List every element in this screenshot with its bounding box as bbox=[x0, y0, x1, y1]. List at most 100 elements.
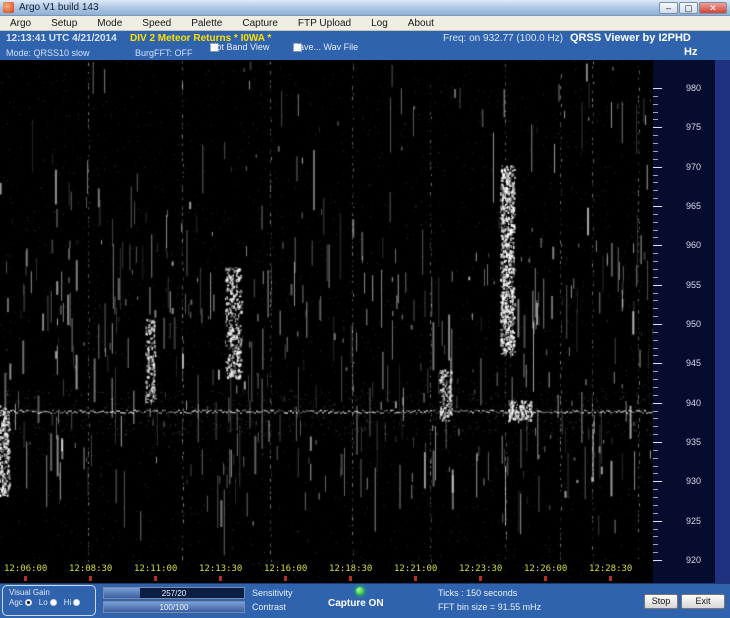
scale-tick bbox=[653, 190, 658, 192]
menu-log[interactable]: Log bbox=[361, 18, 398, 29]
menu-argo[interactable]: Argo bbox=[0, 18, 41, 29]
scale-tick bbox=[653, 418, 658, 420]
app-icon bbox=[3, 2, 14, 13]
scale-tick bbox=[653, 560, 662, 561]
freq-label: 980 bbox=[686, 83, 702, 93]
minimize-button[interactable]: – bbox=[659, 1, 678, 14]
sensitivity-bar[interactable]: 257/20 bbox=[103, 587, 245, 599]
scale-tick bbox=[653, 402, 662, 404]
contrast-bar[interactable]: 100/100 bbox=[103, 601, 245, 613]
timestamp-label: 12:06:00 bbox=[4, 564, 48, 574]
visual-gain-option-lo[interactable]: Lo bbox=[39, 598, 57, 607]
window-controls: – ▢ ✕ bbox=[658, 1, 727, 14]
scale-tick bbox=[653, 88, 662, 89]
timestamp-label: 12:26:00 bbox=[524, 564, 568, 574]
freq-label: 920 bbox=[686, 554, 702, 565]
argo-window: Argo V1 build 143 – ▢ ✕ Argo Setup Mode … bbox=[0, 0, 730, 618]
radio-label: Lo bbox=[38, 598, 48, 607]
radio-icon[interactable] bbox=[49, 599, 57, 606]
radio-label: Hi bbox=[63, 598, 72, 607]
stop-button[interactable]: Stop bbox=[644, 594, 678, 609]
scale-tick bbox=[653, 386, 658, 388]
freq-label: 975 bbox=[686, 122, 702, 133]
menu-capture[interactable]: Capture bbox=[232, 18, 288, 29]
scale-tick bbox=[653, 182, 658, 184]
scale-tick bbox=[653, 324, 662, 325]
menu-setup[interactable]: Setup bbox=[41, 18, 87, 29]
timestamp-tick bbox=[89, 576, 92, 581]
scale-tick bbox=[653, 150, 658, 152]
scale-tick bbox=[653, 528, 658, 530]
main-area: 12:06:00 12:08:30 12:11:00 12:13:30 12:16:00… bbox=[0, 60, 730, 583]
freq-label: 925 bbox=[686, 515, 702, 526]
scale-tick bbox=[653, 512, 658, 514]
scale-tick bbox=[653, 143, 658, 145]
menu-palette[interactable]: Palette bbox=[181, 18, 232, 29]
scale-tick bbox=[653, 276, 658, 278]
scale-tick bbox=[653, 111, 658, 113]
radio-icon[interactable] bbox=[24, 599, 32, 606]
scale-tick bbox=[653, 520, 662, 522]
scale-tick bbox=[653, 544, 658, 546]
scale-tick bbox=[653, 135, 658, 137]
frequency-scale: 980 975 970 965 960 955 950 945 940 935 930 925 920 bbox=[653, 60, 730, 583]
timestamp-label: 12:18:30 bbox=[329, 564, 373, 574]
timestamp-tick bbox=[284, 576, 287, 581]
scale-tick bbox=[653, 552, 658, 554]
scale-tick bbox=[653, 457, 658, 459]
exit-button[interactable]: Exit bbox=[681, 594, 725, 609]
sensitivity-label: Sensitivity bbox=[252, 588, 293, 598]
fft-bin-info: FFT bin size = 91.55 mHz bbox=[438, 602, 542, 612]
save-wav-label: Save... Wav File bbox=[293, 42, 359, 52]
scale-tick bbox=[653, 206, 662, 207]
scale-tick bbox=[653, 473, 658, 475]
menu-bar: Argo Setup Mode Speed Palette Capture FT… bbox=[0, 16, 730, 31]
menu-mode[interactable]: Mode bbox=[87, 18, 132, 29]
scale-tick bbox=[653, 103, 658, 105]
scale-tick bbox=[653, 253, 658, 255]
close-button[interactable]: ✕ bbox=[699, 1, 727, 14]
scale-tick bbox=[653, 174, 658, 176]
frequency-readout: Freq: on 932.77 (100.0 Hz) bbox=[443, 33, 564, 44]
menu-ftp-upload[interactable]: FTP Upload bbox=[288, 18, 361, 29]
scale-tick bbox=[653, 245, 662, 247]
scale-tick bbox=[653, 449, 658, 451]
scale-tick bbox=[653, 371, 658, 373]
scale-tick bbox=[653, 339, 658, 341]
freq-label: 965 bbox=[686, 200, 702, 211]
timestamp-tick bbox=[219, 576, 222, 581]
sensitivity-bar-value: 257/20 bbox=[161, 589, 187, 598]
menu-about[interactable]: About bbox=[398, 18, 444, 29]
utc-clock: 12:13:41 UTC 4/21/2014 bbox=[6, 33, 117, 44]
scale-tick bbox=[653, 213, 658, 215]
timestamp-tick bbox=[479, 576, 482, 581]
visual-gain-option-hi[interactable]: Hi bbox=[64, 598, 81, 607]
scale-tick bbox=[653, 221, 658, 223]
radio-icon[interactable] bbox=[73, 599, 81, 606]
timestamp-tick bbox=[349, 576, 352, 581]
scale-tick bbox=[653, 127, 662, 129]
scale-tick bbox=[653, 198, 658, 200]
visual-gain-option-agc[interactable]: Agc bbox=[9, 598, 32, 607]
scale-tick bbox=[653, 316, 658, 318]
capture-status: Capture ON bbox=[328, 598, 384, 609]
scale-tick bbox=[653, 331, 658, 333]
timestamp-tick bbox=[154, 576, 157, 581]
ticks-info: Ticks : 150 seconds bbox=[438, 588, 518, 598]
scale-tick bbox=[653, 394, 658, 396]
scale-tick bbox=[653, 119, 658, 121]
scale-tick bbox=[653, 284, 662, 286]
timestamp-tick bbox=[544, 576, 547, 581]
burgfft-readout: BurgFFT: OFF bbox=[135, 48, 193, 58]
scale-tick bbox=[653, 426, 658, 428]
timestamp-tick bbox=[414, 576, 417, 581]
timestamp-label: 12:23:30 bbox=[459, 564, 503, 574]
visual-gain-box: Visual Gain Agc Lo Hi bbox=[2, 585, 96, 616]
visual-gain-options: Agc Lo Hi bbox=[9, 598, 95, 607]
info-row-2: Mode: QRSS10 slow BurgFFT: OFF Hot Band … bbox=[0, 42, 730, 60]
scale-tick bbox=[653, 229, 658, 231]
menu-speed[interactable]: Speed bbox=[132, 18, 181, 29]
timestamp-label: 12:13:30 bbox=[199, 564, 243, 574]
maximize-button[interactable]: ▢ bbox=[679, 1, 698, 14]
scale-tick bbox=[653, 292, 658, 294]
